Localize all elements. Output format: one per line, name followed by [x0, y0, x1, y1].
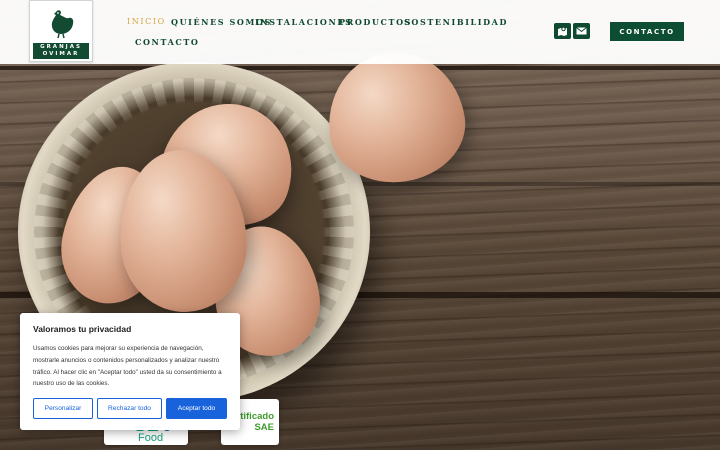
customize-cookies-button[interactable]: Personalizar	[33, 398, 93, 419]
email-button[interactable]	[573, 23, 590, 39]
map-location-icon	[558, 26, 567, 36]
map-location-button[interactable]	[554, 23, 571, 39]
accept-all-cookies-button[interactable]: Aceptar todo	[166, 398, 227, 419]
nav-item-contacto[interactable]: CONTACTO	[135, 37, 199, 47]
contact-cta-button[interactable]: CONTACTO	[610, 22, 684, 41]
nav-item-productos[interactable]: PRODUCTOS	[339, 17, 412, 27]
cookie-consent-banner: Valoramos tu privacidad Usamos cookies p…	[20, 313, 240, 430]
hen-icon	[51, 10, 74, 39]
cookie-banner-text: Usamos cookies para mejorar su experienc…	[33, 345, 222, 388]
site-header: GRANJAS OVIMAR INICIO QUIÉNES SOMOS INST…	[0, 0, 720, 64]
nav-item-instalaciones[interactable]: INSTALACIONES	[255, 17, 352, 27]
cookie-banner-title: Valoramos tu privacidad	[33, 324, 132, 334]
site-logo[interactable]: GRANJAS OVIMAR	[29, 0, 93, 62]
envelope-icon	[576, 27, 587, 35]
logo-wordmark: GRANJAS OVIMAR	[33, 43, 89, 59]
nav-item-inicio[interactable]: INICIO	[127, 17, 166, 26]
reject-all-cookies-button[interactable]: Rechazar todo	[97, 398, 162, 419]
food-badge-label: Food	[138, 432, 164, 444]
nav-item-sostenibilidad[interactable]: SOSTENIBILIDAD	[404, 17, 508, 27]
